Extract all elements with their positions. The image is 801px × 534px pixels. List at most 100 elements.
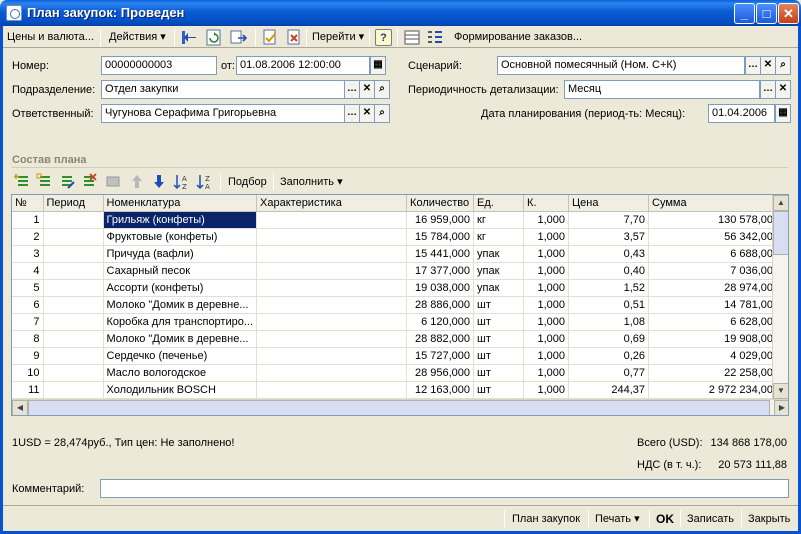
table-row[interactable]: 3 Причуда (вафли) 15 441,000 упак 1,000 0,43 6…: [12, 245, 778, 263]
table-cell[interactable]: [43, 381, 104, 399]
table-row[interactable]: 2 Фруктовые (конфеты) 15 784,000 кг 1,000 3,5…: [12, 228, 778, 246]
table-cell[interactable]: шт: [473, 330, 525, 348]
table-cell[interactable]: 22 258,00: [648, 364, 778, 382]
plan-table[interactable]: № Период Номенклатура Характеристика Количес…: [11, 194, 789, 416]
responsible-clear-icon[interactable]: ✕: [359, 104, 375, 123]
table-cell[interactable]: 1,000: [523, 330, 570, 348]
table-cell[interactable]: 15 727,000: [406, 347, 475, 365]
table-cell[interactable]: 6 628,00: [648, 313, 778, 331]
table-cell[interactable]: [43, 262, 104, 280]
table-cell[interactable]: 19 038,000: [406, 279, 475, 297]
scroll-left-icon[interactable]: ◀: [12, 400, 28, 415]
table-cell[interactable]: 1,000: [523, 364, 570, 382]
table-cell[interactable]: 9: [12, 347, 44, 365]
table-cell[interactable]: [256, 262, 408, 280]
table-row[interactable]: 1 Грильяж (конфеты) 16 959,000 кг 1,000 7,70 1…: [12, 211, 778, 229]
table-cell[interactable]: кг: [473, 228, 525, 246]
detail-period-field[interactable]: Месяц: [564, 80, 760, 99]
table-cell[interactable]: Грильяж (конфеты): [103, 211, 258, 229]
scenario-open-icon[interactable]: ⌕: [775, 56, 791, 75]
table-cell[interactable]: Сердечко (печенье): [103, 347, 258, 365]
table-cell[interactable]: 1,000: [523, 245, 570, 263]
table-cell[interactable]: 0,43: [568, 245, 650, 263]
table-cell[interactable]: 1,000: [523, 347, 570, 365]
delete-row-icon[interactable]: [80, 173, 98, 190]
table-cell[interactable]: шт: [473, 296, 525, 314]
table-cell[interactable]: 28 956,000: [406, 364, 475, 382]
plan-date-field[interactable]: 01.04.2006: [708, 104, 775, 123]
table-cell[interactable]: упак: [473, 279, 525, 297]
table-cell[interactable]: 15 784,000: [406, 228, 475, 246]
table-row[interactable]: 6 Молоко "Домик в деревне... 28 886,000 шт 1…: [12, 296, 778, 314]
table-cell[interactable]: 6 120,000: [406, 313, 475, 331]
table-cell[interactable]: Сахарный песок: [103, 262, 258, 280]
table-cell[interactable]: упак: [473, 245, 525, 263]
table-cell[interactable]: 4: [12, 262, 44, 280]
table-view-icon[interactable]: [403, 29, 421, 46]
copy-row-icon[interactable]: [36, 173, 54, 190]
table-cell[interactable]: упак: [473, 262, 525, 280]
table-cell[interactable]: [256, 313, 408, 331]
end-edit-icon[interactable]: [104, 173, 122, 190]
column-header[interactable]: №: [12, 195, 44, 212]
table-cell[interactable]: 1,000: [523, 313, 570, 331]
table-cell[interactable]: 56 342,00: [648, 228, 778, 246]
table-cell[interactable]: [43, 211, 104, 229]
table-cell[interactable]: 1,000: [523, 228, 570, 246]
table-cell[interactable]: 28 974,00: [648, 279, 778, 297]
column-header[interactable]: Ед.: [473, 195, 525, 212]
document-link-icon[interactable]: [230, 29, 248, 46]
table-cell[interactable]: 1,000: [523, 211, 570, 229]
table-cell[interactable]: 12 163,000: [406, 381, 475, 399]
table-cell[interactable]: Молоко "Домик в деревне...: [103, 330, 258, 348]
department-clear-icon[interactable]: ✕: [359, 80, 375, 99]
scroll-up-icon[interactable]: ▲: [773, 195, 788, 211]
table-cell[interactable]: 15 441,000: [406, 245, 475, 263]
responsible-field[interactable]: Чугунова Серафима Григорьевна: [101, 104, 345, 123]
table-cell[interactable]: [43, 279, 104, 297]
table-cell[interactable]: 130 578,00: [648, 211, 778, 229]
table-row[interactable]: 5 Ассорти (конфеты) 19 038,000 упак 1,000 1,5…: [12, 279, 778, 297]
table-row[interactable]: 7 Коробка для транспортиро... 6 120,000 шт 1…: [12, 313, 778, 331]
department-open-icon[interactable]: ⌕: [374, 80, 390, 99]
sort-descending-icon[interactable]: ZA: [196, 173, 214, 190]
table-cell[interactable]: [43, 228, 104, 246]
table-cell[interactable]: 16 959,000: [406, 211, 475, 229]
table-cell[interactable]: 1,52: [568, 279, 650, 297]
table-cell[interactable]: Ассорти (конфеты): [103, 279, 258, 297]
prices-currency-button[interactable]: Цены и валюта...: [7, 29, 94, 46]
table-cell[interactable]: 0,51: [568, 296, 650, 314]
table-cell[interactable]: 11: [12, 381, 44, 399]
table-cell[interactable]: [43, 347, 104, 365]
table-cell[interactable]: Причуда (вафли): [103, 245, 258, 263]
table-cell[interactable]: [256, 347, 408, 365]
actions-menu[interactable]: Действия ▾: [109, 29, 166, 46]
table-cell[interactable]: 14 781,00: [648, 296, 778, 314]
column-header[interactable]: Характеристика: [256, 195, 408, 212]
column-header[interactable]: Количество: [406, 195, 475, 212]
table-cell[interactable]: [256, 245, 408, 263]
table-cell[interactable]: 1,000: [523, 262, 570, 280]
table-cell[interactable]: Молоко "Домик в деревне...: [103, 296, 258, 314]
table-cell[interactable]: 6: [12, 296, 44, 314]
table-row[interactable]: 10 Масло вологодское 28 956,000 шт 1,000 0,77…: [12, 364, 778, 382]
table-cell[interactable]: [256, 211, 408, 229]
back-arrow-icon[interactable]: [180, 29, 198, 46]
table-cell[interactable]: 28 886,000: [406, 296, 475, 314]
table-cell[interactable]: шт: [473, 364, 525, 382]
table-cell[interactable]: Холодильник BOSCH: [103, 381, 258, 399]
table-cell[interactable]: [43, 364, 104, 382]
table-cell[interactable]: [256, 364, 408, 382]
maximize-button[interactable]: □: [756, 3, 777, 24]
table-cell[interactable]: 1,000: [523, 279, 570, 297]
table-cell[interactable]: шт: [473, 313, 525, 331]
scroll-thumb[interactable]: [773, 211, 788, 255]
table-cell[interactable]: 17 377,000: [406, 262, 475, 280]
sort-ascending-icon[interactable]: AZ: [173, 173, 191, 190]
calendar-icon[interactable]: ▦: [370, 56, 386, 75]
selection-button[interactable]: Подбор: [228, 174, 267, 191]
column-header[interactable]: Период: [43, 195, 104, 212]
date-field[interactable]: 01.08.2006 12:00:00: [236, 56, 370, 75]
table-cell[interactable]: Фруктовые (конфеты): [103, 228, 258, 246]
table-cell[interactable]: 19 908,00: [648, 330, 778, 348]
